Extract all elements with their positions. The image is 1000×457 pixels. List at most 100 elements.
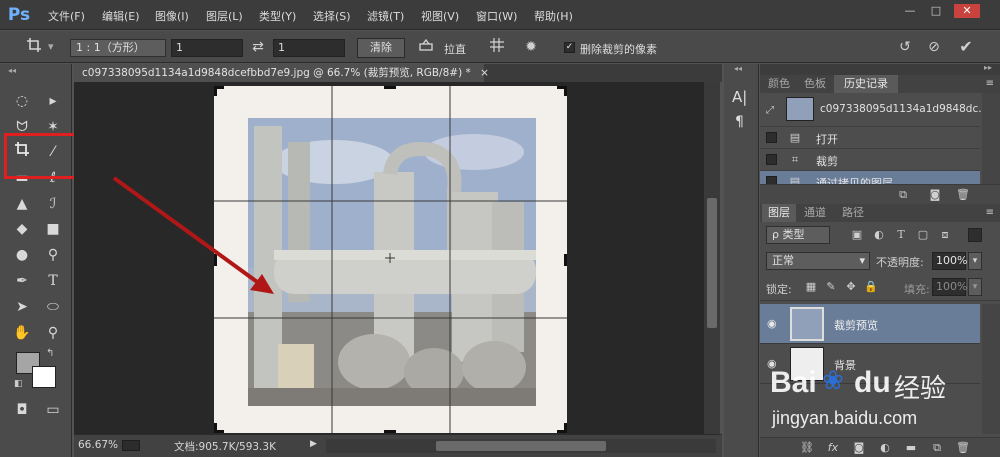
crop-width-input[interactable]: 1: [171, 39, 243, 57]
tab-paths[interactable]: 路径: [836, 204, 870, 222]
trash-icon[interactable]: 🗑: [956, 188, 970, 202]
horizontal-scrollbar[interactable]: [326, 439, 716, 453]
menu-file[interactable]: 文件(F): [48, 8, 85, 24]
document-tab-close[interactable]: ×: [480, 67, 489, 79]
watermark-brand: Bai: [770, 366, 817, 399]
vertical-scroll-thumb[interactable]: [707, 198, 717, 328]
close-button[interactable]: ✕: [954, 4, 980, 18]
gear-icon[interactable]: ✹: [521, 37, 541, 57]
canvas-area[interactable]: [74, 82, 704, 434]
marquee-tool-icon[interactable]: ◌: [11, 90, 33, 112]
blend-mode-select[interactable]: 正常 ▾: [766, 252, 870, 270]
tab-history[interactable]: 历史记录: [834, 75, 898, 93]
menu-filter[interactable]: 滤镜(T): [367, 8, 404, 24]
opacity-dropdown[interactable]: ▾: [968, 252, 982, 270]
ratio-select[interactable]: 1 : 1（方形）: [70, 39, 166, 57]
history-item[interactable]: ⌗ 裁剪: [760, 149, 980, 171]
cancel-icon[interactable]: ⊘: [924, 37, 944, 57]
camera-icon[interactable]: ◙: [928, 188, 942, 202]
history-scrollbar[interactable]: [982, 93, 1000, 193]
reset-icon[interactable]: ↺: [895, 37, 915, 57]
paragraph-panel-icon[interactable]: ¶: [735, 114, 744, 130]
straighten-label[interactable]: 拉直: [444, 41, 466, 57]
new-document-from-state-icon[interactable]: ⧉: [896, 188, 910, 202]
menu-layer[interactable]: 图层(L): [206, 8, 243, 24]
history-item-checkbox[interactable]: [766, 132, 777, 143]
menu-view[interactable]: 视图(V): [421, 8, 459, 24]
horizontal-scroll-thumb[interactable]: [436, 441, 606, 451]
collapse-panels-icon[interactable]: ▸▸: [984, 63, 992, 72]
filter-shape-icon[interactable]: ▢: [916, 228, 930, 242]
filter-adjustment-icon[interactable]: ◐: [872, 228, 886, 242]
zoom-tool-icon[interactable]: ⚲: [42, 322, 64, 344]
history-item[interactable]: ▤ 打开: [760, 127, 980, 149]
lock-pixels-icon[interactable]: ✎: [824, 280, 838, 294]
menu-window[interactable]: 窗口(W): [476, 8, 517, 24]
tab-channels[interactable]: 通道: [798, 204, 832, 222]
stamp-tool-icon[interactable]: ▲: [11, 193, 33, 215]
path-select-icon[interactable]: ➤: [11, 296, 33, 318]
history-snapshot-row[interactable]: ⤢ c097338095d1134a1d9848dc...: [760, 93, 988, 127]
expand-dock-icon[interactable]: ◂◂: [734, 64, 742, 73]
menu-select[interactable]: 选择(S): [313, 8, 351, 24]
dodge-tool-icon[interactable]: ⚲: [42, 244, 64, 266]
straighten-icon[interactable]: [416, 37, 436, 57]
vertical-scrollbar[interactable]: [704, 82, 720, 434]
delete-cropped-checkbox[interactable]: ✓: [564, 42, 575, 53]
menu-type[interactable]: 类型(Y): [259, 8, 296, 24]
status-menu-arrow[interactable]: ▶: [310, 439, 317, 449]
fill-dropdown[interactable]: ▾: [968, 278, 982, 296]
quick-mask-icon[interactable]: ◘: [11, 399, 33, 421]
history-panel-menu-icon[interactable]: ≡: [986, 78, 994, 89]
commit-icon[interactable]: ✔: [956, 37, 976, 57]
document-info[interactable]: 文档:905.7K/593.3K: [174, 439, 276, 454]
clear-button[interactable]: 清除: [357, 38, 405, 58]
zoom-level[interactable]: 66.67%: [78, 439, 118, 451]
character-panel-icon[interactable]: A|: [732, 88, 747, 106]
lock-all-icon[interactable]: 🔒: [864, 280, 878, 294]
layer-name[interactable]: 裁剪预览: [834, 317, 878, 333]
history-brush-source-icon[interactable]: ⤢: [766, 105, 774, 116]
screen-mode-icon[interactable]: ▭: [42, 399, 64, 421]
layer-filter-kind[interactable]: ρ 类型: [766, 226, 830, 244]
menu-image[interactable]: 图像(I): [155, 8, 189, 24]
tab-swatches[interactable]: 色板: [798, 75, 832, 93]
document-tab[interactable]: c097338095d1134a1d9848dcefbbd7e9.jpg @ 6…: [74, 64, 489, 82]
layer-row-selected[interactable]: ◉ 裁剪预览: [760, 304, 980, 344]
eraser-tool-icon[interactable]: ◆: [11, 218, 33, 240]
background-color-swatch[interactable]: [32, 366, 56, 388]
filter-type-icon[interactable]: T: [894, 228, 908, 242]
hand-tool-icon[interactable]: ✋: [11, 322, 33, 344]
tab-color[interactable]: 颜色: [762, 75, 796, 93]
gradient-tool-icon[interactable]: ■: [42, 218, 64, 240]
layers-panel-menu-icon[interactable]: ≡: [986, 207, 994, 218]
eye-icon[interactable]: ◉: [767, 317, 777, 330]
default-colors-icon[interactable]: ◧: [14, 379, 23, 389]
menu-help[interactable]: 帮助(H): [534, 8, 573, 24]
collapse-toolbox-icon[interactable]: ◂◂: [8, 66, 16, 75]
move-tool-icon[interactable]: ▸: [42, 90, 64, 112]
blur-tool-icon[interactable]: ●: [11, 244, 33, 266]
opacity-input[interactable]: 100%: [932, 252, 967, 270]
pen-tool-icon[interactable]: ✒: [11, 270, 33, 292]
history-item-checkbox[interactable]: [766, 154, 777, 165]
filter-toggle[interactable]: [968, 228, 982, 242]
filter-smart-object-icon[interactable]: ⧈: [938, 228, 952, 242]
history-brush-icon[interactable]: ℐ: [42, 193, 64, 215]
crop-tool-preset-icon[interactable]: [24, 37, 44, 57]
minimize-button[interactable]: —: [900, 4, 920, 18]
menu-edit[interactable]: 编辑(E): [102, 8, 140, 24]
shape-tool-icon[interactable]: ⬭: [42, 296, 64, 318]
restore-button[interactable]: □: [926, 4, 946, 18]
filter-pixel-icon[interactable]: ▣: [850, 228, 864, 242]
type-tool-icon[interactable]: T: [42, 270, 64, 292]
lock-transparent-icon[interactable]: ▦: [804, 280, 818, 294]
fill-input[interactable]: 100%: [932, 278, 967, 296]
lock-position-icon[interactable]: ✥: [844, 280, 858, 294]
swap-dimensions-icon[interactable]: ⇄: [248, 37, 268, 57]
swap-colors-icon[interactable]: ↰: [46, 348, 54, 359]
tab-layers[interactable]: 图层: [762, 204, 796, 222]
preset-dropdown-arrow[interactable]: ▾: [48, 40, 54, 53]
crop-height-input[interactable]: 1: [273, 39, 345, 57]
overlay-grid-icon[interactable]: [487, 37, 507, 57]
